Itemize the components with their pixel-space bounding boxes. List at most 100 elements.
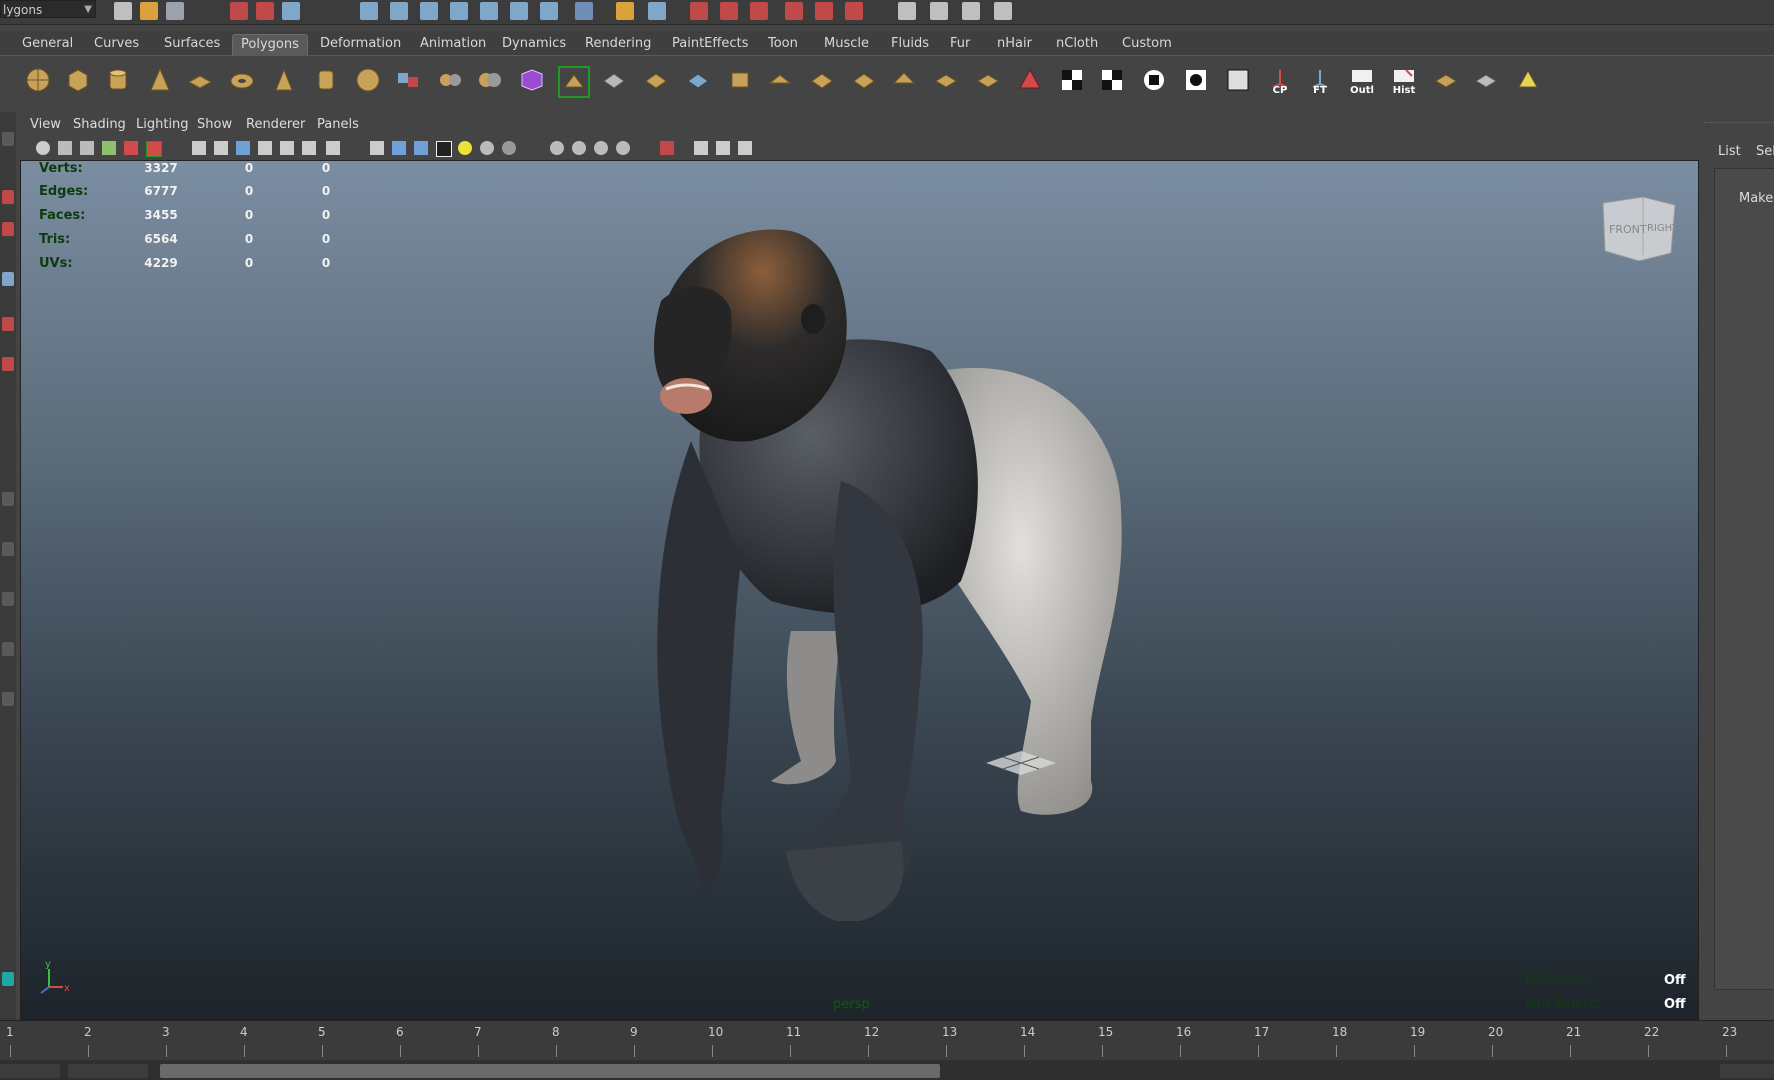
playback-start-field[interactable] bbox=[68, 1064, 148, 1078]
tab-general[interactable]: General bbox=[14, 34, 81, 54]
frame-number[interactable]: 6 bbox=[396, 1025, 404, 1039]
open-scene-icon[interactable] bbox=[140, 2, 158, 20]
tab-fur[interactable]: Fur bbox=[942, 34, 978, 54]
tab-curves[interactable]: Curves bbox=[86, 34, 147, 54]
render-current-icon[interactable] bbox=[616, 2, 634, 20]
batch-render-icon[interactable] bbox=[815, 2, 833, 20]
frame-number[interactable]: 15 bbox=[1098, 1025, 1113, 1039]
film-gate-icon[interactable] bbox=[146, 141, 162, 157]
layout-outliner-icon[interactable] bbox=[2, 642, 14, 656]
freeze-transform-icon[interactable]: FT bbox=[1306, 66, 1334, 96]
resolution-gate-icon[interactable] bbox=[192, 141, 206, 155]
extrude-icon[interactable] bbox=[558, 66, 590, 98]
frame-number[interactable]: 20 bbox=[1488, 1025, 1503, 1039]
tab-muscle[interactable]: Muscle bbox=[816, 34, 877, 54]
xray-icon[interactable] bbox=[302, 141, 316, 155]
wireframe-on-shaded-icon[interactable] bbox=[414, 141, 428, 155]
help-icon[interactable] bbox=[575, 2, 593, 20]
frame-number[interactable]: 5 bbox=[318, 1025, 326, 1039]
tab-fluids[interactable]: Fluids bbox=[883, 34, 937, 54]
layout-side-icon[interactable] bbox=[2, 592, 14, 606]
new-scene-icon[interactable] bbox=[114, 2, 132, 20]
frame-number[interactable]: 13 bbox=[942, 1025, 957, 1039]
ipr-render-icon[interactable] bbox=[648, 2, 666, 20]
frame-number[interactable]: 19 bbox=[1410, 1025, 1425, 1039]
rotate-tool-icon[interactable] bbox=[2, 317, 14, 331]
frame-number[interactable]: 10 bbox=[708, 1025, 723, 1039]
snap-surface-icon[interactable] bbox=[480, 2, 498, 20]
tab-surfaces[interactable]: Surfaces bbox=[156, 34, 228, 54]
shadows-icon[interactable] bbox=[480, 141, 494, 155]
frame-number[interactable]: 11 bbox=[786, 1025, 801, 1039]
frame-number[interactable]: 9 bbox=[630, 1025, 638, 1039]
fill-hole-icon[interactable] bbox=[684, 66, 712, 94]
tab-toon[interactable]: Toon bbox=[760, 34, 806, 54]
gate-mask-icon[interactable] bbox=[214, 141, 228, 155]
uv-automatic-icon[interactable] bbox=[1224, 66, 1252, 94]
menu-shading[interactable]: Shading bbox=[73, 117, 126, 132]
menu-set-dropdown[interactable]: lygons ▼ bbox=[0, 0, 96, 18]
textured-icon[interactable] bbox=[436, 141, 452, 157]
layout-uv-icon[interactable] bbox=[1432, 66, 1460, 94]
split-icon[interactable] bbox=[808, 66, 836, 94]
perspective-viewport[interactable]: Verts: 3327 0 0 Edges: 6777 0 0 Faces: 3… bbox=[20, 160, 1699, 1020]
combine-icon[interactable] bbox=[394, 66, 422, 94]
scale-tool-icon[interactable] bbox=[2, 357, 14, 371]
gorilla-model[interactable] bbox=[621, 201, 1221, 921]
tab-painteffects[interactable]: PaintEffects bbox=[664, 34, 756, 54]
move-tool-icon[interactable] bbox=[2, 272, 14, 286]
bevel-icon[interactable] bbox=[766, 66, 794, 94]
anti-aliasing-icon[interactable] bbox=[616, 141, 630, 155]
poly-sphere-icon[interactable] bbox=[24, 66, 52, 94]
poly-plane-icon[interactable] bbox=[186, 66, 214, 94]
layout-four-icon[interactable] bbox=[2, 542, 14, 556]
poly-torus-icon[interactable] bbox=[228, 66, 256, 94]
frame-number[interactable]: 12 bbox=[864, 1025, 879, 1039]
tab-polygons[interactable]: Polygons bbox=[232, 34, 308, 55]
outliner-icon[interactable]: Outl bbox=[1348, 66, 1376, 96]
hypershade-icon[interactable] bbox=[720, 2, 738, 20]
menu-lighting[interactable]: Lighting bbox=[136, 117, 189, 132]
isolate-icon[interactable] bbox=[550, 141, 564, 155]
save-scene-icon[interactable] bbox=[166, 2, 184, 20]
bookmark-icon[interactable] bbox=[80, 141, 94, 155]
menu-show[interactable]: Show bbox=[197, 117, 232, 132]
menu-panels[interactable]: Panels bbox=[317, 117, 359, 132]
tab-ncloth[interactable]: nCloth bbox=[1048, 34, 1106, 54]
layout-single-icon[interactable] bbox=[2, 492, 14, 506]
layout-custom-icon[interactable] bbox=[2, 972, 14, 986]
poly-soccer-icon[interactable] bbox=[354, 66, 382, 94]
create-polygon-icon[interactable] bbox=[1016, 66, 1044, 94]
paint-select-icon[interactable] bbox=[2, 222, 14, 236]
frame-number[interactable]: 4 bbox=[240, 1025, 248, 1039]
channel-box-icon[interactable] bbox=[962, 2, 980, 20]
attribute-editor-icon[interactable] bbox=[898, 2, 916, 20]
snap-point-icon[interactable] bbox=[420, 2, 438, 20]
frame-number[interactable]: 3 bbox=[162, 1025, 170, 1039]
tab-deformation[interactable]: Deformation bbox=[312, 34, 409, 54]
hq-render-icon[interactable] bbox=[502, 141, 516, 155]
safe-title-icon[interactable] bbox=[280, 141, 294, 155]
history-icon[interactable] bbox=[510, 2, 528, 20]
snap-plane-icon[interactable] bbox=[450, 2, 468, 20]
tool-settings-icon[interactable] bbox=[930, 2, 948, 20]
time-slider[interactable]: 1 2 3 4 5 6 7 8 9 10 11 12 13 14 15 16 17 18 19 20 21 22 23 bbox=[0, 1020, 1774, 1061]
select-camera-icon[interactable] bbox=[36, 141, 50, 155]
poly-cube-icon[interactable] bbox=[64, 66, 92, 94]
smooth-icon[interactable] bbox=[518, 66, 546, 94]
range-slider-bar[interactable] bbox=[160, 1064, 940, 1078]
construction-icon[interactable] bbox=[540, 2, 558, 20]
menu-view[interactable]: View bbox=[30, 117, 61, 132]
boolean-icon[interactable] bbox=[476, 66, 504, 94]
poly-cone-icon[interactable] bbox=[146, 66, 174, 94]
select-tool-icon[interactable] bbox=[2, 132, 14, 146]
separate-icon[interactable] bbox=[436, 66, 464, 94]
menu-renderer[interactable]: Renderer bbox=[246, 117, 305, 132]
frame-all-icon[interactable] bbox=[716, 141, 730, 155]
end-time-field[interactable] bbox=[1720, 1064, 1774, 1078]
snap-grid-icon[interactable] bbox=[360, 2, 378, 20]
grid-toggle-icon[interactable] bbox=[124, 141, 138, 155]
select-object-icon[interactable] bbox=[256, 2, 274, 20]
center-pivot-icon[interactable]: CP bbox=[1266, 66, 1294, 96]
cleanup-icon[interactable] bbox=[1514, 66, 1542, 94]
